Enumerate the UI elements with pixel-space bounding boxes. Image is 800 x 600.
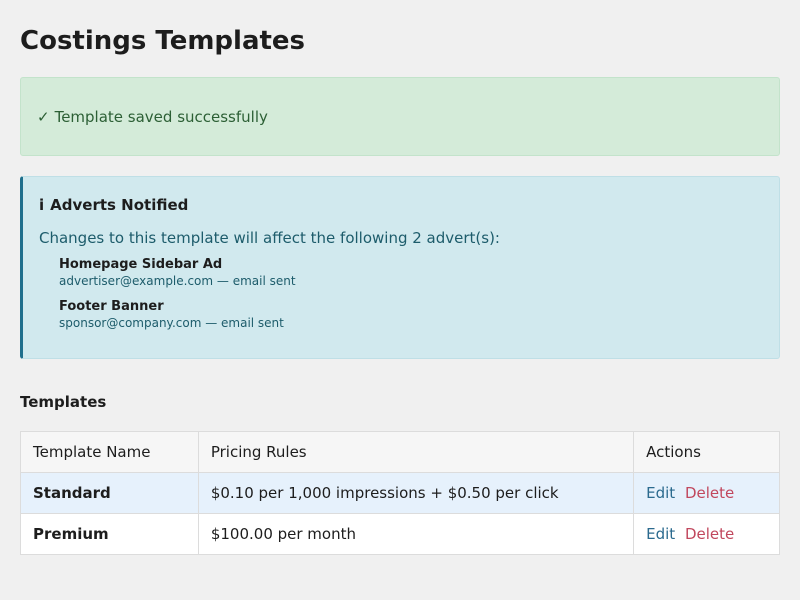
delete-link[interactable]: Delete bbox=[685, 484, 734, 502]
actions-cell: Edit Delete bbox=[633, 513, 780, 555]
pricing-rules-cell: $0.10 per 1,000 impressions + $0.50 per … bbox=[197, 472, 635, 514]
template-name-cell: Premium bbox=[20, 513, 199, 555]
advert-item: Footer Banner sponsor@company.com — emai… bbox=[59, 299, 779, 332]
page-title: Costings Templates bbox=[20, 26, 306, 56]
advert-name: Homepage Sidebar Ad bbox=[59, 257, 223, 272]
success-message: Template saved successfully bbox=[54, 107, 268, 126]
success-alert: ✓ Template saved successfully bbox=[20, 77, 780, 156]
column-header-pricing-rules: Pricing Rules bbox=[197, 431, 635, 473]
templates-table: Template Name Pricing Rules Actions Stan… bbox=[20, 431, 780, 555]
advert-detail: sponsor@company.com — email sent bbox=[59, 316, 284, 330]
check-icon: ✓ bbox=[37, 107, 50, 126]
table-row: Standard $0.10 per 1,000 impressions + $… bbox=[20, 472, 780, 514]
adverts-notified-panel: i Adverts Notified Changes to this templa… bbox=[20, 176, 780, 359]
info-icon: i bbox=[39, 196, 45, 214]
advert-detail: advertiser@example.com — email sent bbox=[59, 274, 296, 288]
column-header-template-name: Template Name bbox=[20, 431, 199, 473]
table-row: Premium $100.00 per month Edit Delete bbox=[20, 513, 780, 555]
page: Costings Templates ✓ Template saved succ… bbox=[0, 0, 800, 600]
actions-cell: Edit Delete bbox=[633, 472, 780, 514]
edit-link[interactable]: Edit bbox=[646, 484, 675, 502]
info-heading-text: Adverts Notified bbox=[50, 196, 189, 214]
templates-section-title: Templates bbox=[20, 393, 107, 411]
pricing-rules-cell: $100.00 per month bbox=[197, 513, 635, 555]
column-header-actions: Actions bbox=[633, 431, 780, 473]
edit-link[interactable]: Edit bbox=[646, 525, 675, 543]
template-name-cell: Standard bbox=[20, 472, 199, 514]
delete-link[interactable]: Delete bbox=[685, 525, 734, 543]
advert-list: Homepage Sidebar Ad advertiser@example.c… bbox=[59, 257, 779, 332]
advert-item: Homepage Sidebar Ad advertiser@example.c… bbox=[59, 257, 779, 290]
table-header-row: Template Name Pricing Rules Actions bbox=[20, 431, 780, 473]
info-heading: i Adverts Notified bbox=[39, 195, 779, 215]
advert-name: Footer Banner bbox=[59, 299, 164, 314]
info-message: Changes to this template will affect the… bbox=[39, 229, 500, 247]
